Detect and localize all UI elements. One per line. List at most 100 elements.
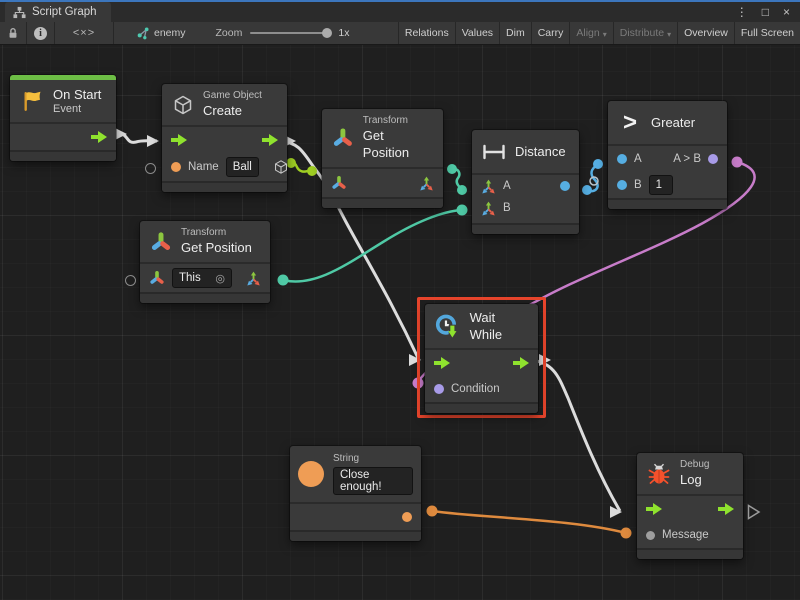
flow-output-port[interactable] [91, 131, 107, 143]
node-footer [608, 198, 727, 209]
b-value-field[interactable]: 1 [649, 175, 673, 195]
graph-toolbar: i <×> enemy Zoom 1x Relations Values Dim… [0, 22, 800, 45]
code-preview-button[interactable]: <×> [55, 22, 113, 44]
greater-than-icon: > [618, 113, 642, 133]
node-string-literal[interactable]: String Close enough! [290, 446, 421, 541]
flow-input-port[interactable] [434, 357, 450, 369]
vector3-input-port-a[interactable] [481, 179, 496, 194]
node-caption: Game Object [203, 90, 262, 102]
node-debug-log[interactable]: Debug Log Message [637, 453, 743, 559]
toolbar-separator [113, 22, 114, 44]
name-value-field[interactable]: Ball [226, 157, 259, 177]
align-dropdown[interactable]: Align ▾ [569, 22, 612, 44]
flow-output-port[interactable] [262, 134, 278, 146]
values-button[interactable]: Values [455, 22, 499, 44]
number-input-port-b[interactable] [617, 180, 627, 190]
node-caption: Transform [363, 115, 433, 127]
node-on-start-event[interactable]: On Start Event [10, 75, 116, 161]
node-header: Distance [472, 130, 579, 175]
carry-button[interactable]: Carry [531, 22, 570, 44]
close-icon[interactable]: × [783, 5, 790, 19]
node-get-position-ball[interactable]: Transform Get Position [322, 109, 443, 208]
node-footer [425, 402, 538, 413]
toolbar-buttons: Relations Values Dim Carry Align ▾ Distr… [398, 22, 800, 44]
node-footer [162, 181, 287, 192]
tab-title: Script Graph [32, 6, 97, 18]
graph-asset-icon [136, 27, 149, 40]
node-caption: Transform [181, 227, 252, 239]
node-title: Distance [515, 143, 566, 160]
info-icon: i [34, 27, 47, 40]
flow-input-port[interactable] [171, 134, 187, 146]
number-input-port-a[interactable] [617, 154, 627, 164]
zoom-slider-handle[interactable] [322, 28, 332, 38]
lock-icon [7, 26, 19, 40]
node-get-position-this[interactable]: Transform Get Position This ◎ [140, 221, 270, 303]
node-caption: String [333, 453, 413, 465]
node-title: Create [203, 102, 262, 119]
node-title: Get Position [181, 239, 252, 256]
string-output-port[interactable] [402, 512, 412, 522]
node-footer [322, 197, 443, 208]
transform-input-port[interactable] [331, 175, 347, 191]
node-header: > Greater [608, 101, 727, 146]
name-input-port[interactable] [171, 162, 181, 172]
result-label: A > B [673, 153, 701, 165]
message-input-port[interactable] [646, 531, 655, 540]
graph-reference-breadcrumb[interactable]: enemy [128, 22, 194, 44]
dim-button[interactable]: Dim [499, 22, 531, 44]
target-field[interactable]: This ◎ [172, 268, 232, 288]
zoom-slider[interactable] [250, 32, 330, 34]
condition-input-port[interactable] [434, 384, 444, 394]
string-value-field[interactable]: Close enough! [333, 467, 413, 495]
node-header: Transform Get Position [140, 221, 270, 264]
transform-input-port[interactable] [149, 270, 165, 286]
flow-output-port[interactable] [718, 503, 734, 515]
vector3-output-port[interactable] [419, 176, 434, 191]
unconnected-flow-indicator [747, 504, 761, 520]
tab-script-graph[interactable]: Script Graph [5, 2, 111, 22]
game-object-output-port[interactable] [273, 159, 289, 175]
node-title: Get Position [363, 127, 433, 161]
full-screen-button[interactable]: Full Screen [734, 22, 800, 44]
node-footer [472, 223, 579, 234]
node-distance[interactable]: Distance A B [472, 130, 579, 234]
node-create-game-object[interactable]: Game Object Create Name Ball [162, 84, 287, 192]
node-title: Wait While [470, 309, 528, 343]
vector3-output-port[interactable] [246, 271, 261, 286]
maximize-icon[interactable]: □ [762, 5, 769, 19]
code-icon: <×> [73, 27, 95, 39]
node-footer [140, 292, 270, 303]
target-picker-icon[interactable]: ◎ [215, 272, 225, 285]
node-header: Transform Get Position [322, 109, 443, 169]
window-controls: ⋮ □ × [736, 2, 800, 22]
overview-button[interactable]: Overview [677, 22, 734, 44]
node-greater[interactable]: > Greater A A > B B 1 [608, 101, 727, 209]
chevron-down-icon: ▾ [667, 30, 671, 39]
string-type-icon [298, 461, 324, 487]
node-header: Debug Log [637, 453, 743, 496]
flow-output-port[interactable] [513, 357, 529, 369]
node-subtitle: Event [53, 103, 101, 116]
number-output-port[interactable] [560, 181, 570, 191]
node-wait-while[interactable]: Wait While Condition [425, 304, 538, 413]
graph-icon [13, 6, 26, 19]
port-label: A [503, 180, 511, 192]
zoom-value: 1x [338, 27, 349, 39]
node-title: Log [680, 471, 709, 488]
window-menu-icon[interactable]: ⋮ [736, 5, 748, 19]
unconnected-port-indicator [145, 163, 156, 174]
transform-icon [332, 127, 354, 149]
zoom-control: Zoom 1x [216, 22, 350, 44]
bool-output-port[interactable] [708, 154, 718, 164]
lock-button[interactable] [0, 22, 26, 44]
relations-button[interactable]: Relations [398, 22, 455, 44]
flow-input-port[interactable] [646, 503, 662, 515]
port-label: B [503, 202, 511, 214]
inspect-button[interactable]: i [27, 22, 54, 44]
distance-icon [482, 144, 506, 160]
wait-clock-icon [435, 313, 461, 340]
vector3-input-port-b[interactable] [481, 201, 496, 216]
port-label: B [634, 179, 642, 191]
distribute-dropdown[interactable]: Distribute ▾ [613, 22, 677, 44]
